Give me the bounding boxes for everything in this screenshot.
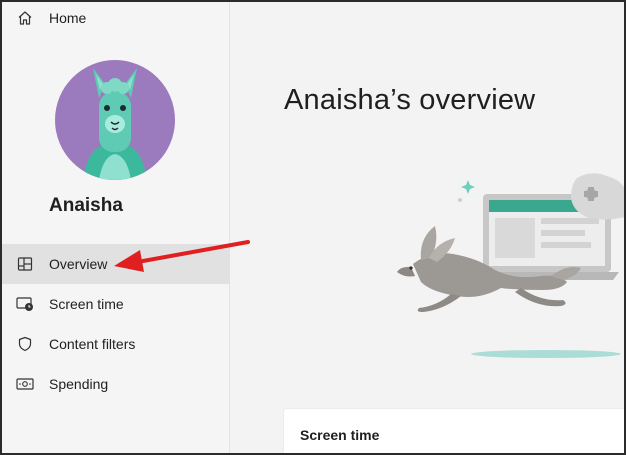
sidebar: Home Anaisha Overview Screen time Conten… — [2, 2, 230, 453]
sidebar-item-label: Content filters — [49, 336, 136, 352]
sidebar-item-spending[interactable]: Spending — [2, 364, 230, 404]
sidebar-item-label: Spending — [49, 376, 109, 392]
spending-icon — [16, 375, 34, 393]
sidebar-item-screen-time[interactable]: Screen time — [2, 284, 230, 324]
sidebar-item-label: Home — [49, 10, 87, 26]
profile-name: Anaisha — [49, 195, 123, 216]
screen-time-icon — [16, 295, 34, 313]
page-title: Anaisha’s overview — [284, 84, 536, 116]
main-content: Anaisha’s overview Screen time — [231, 2, 624, 453]
sidebar-item-overview[interactable]: Overview — [2, 244, 230, 284]
sidebar-item-label: Overview — [49, 256, 108, 272]
screen-time-card[interactable]: Screen time — [283, 408, 624, 453]
app-window: Home Anaisha Overview Screen time Conten… — [0, 0, 626, 455]
home-icon — [16, 9, 34, 27]
overview-illustration — [391, 172, 624, 367]
shield-icon — [16, 335, 34, 353]
sidebar-item-home[interactable]: Home — [2, 2, 230, 38]
card-title: Screen time — [300, 427, 380, 443]
avatar — [55, 60, 175, 180]
overview-icon — [16, 255, 34, 273]
sidebar-item-content-filters[interactable]: Content filters — [2, 324, 230, 364]
sidebar-item-label: Screen time — [49, 296, 124, 312]
